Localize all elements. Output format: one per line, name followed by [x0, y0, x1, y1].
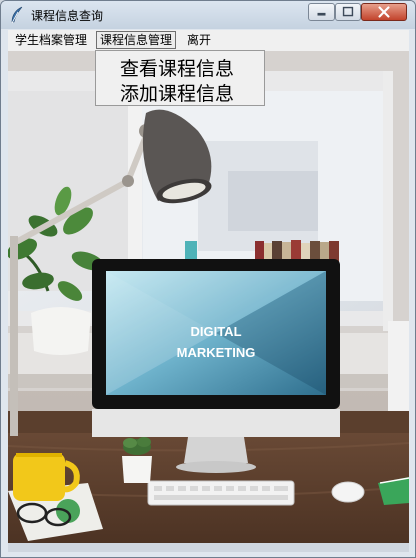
minimize-button[interactable] [308, 3, 335, 21]
menu-course-info[interactable]: 课程信息管理 [96, 31, 177, 49]
course-info-dropdown-menu: 查看课程信息 添加课程信息 [95, 50, 265, 106]
screen-text-line1: DIGITAL [190, 324, 241, 339]
close-icon [378, 6, 390, 18]
maximize-button[interactable] [335, 3, 361, 21]
screen-text-line2: MARKETING [177, 345, 256, 360]
window-title: 课程信息查询 [31, 9, 104, 23]
menu-exit[interactable]: 离开 [184, 31, 214, 49]
title-bar[interactable]: 课程信息查询 [1, 1, 415, 29]
background-photo: DIGITAL MARKETING [8, 51, 409, 552]
close-button[interactable] [361, 3, 407, 21]
feather-icon [11, 6, 23, 24]
maximize-icon [342, 6, 354, 17]
menu-item-add-course-info[interactable]: 添加课程信息 [120, 79, 234, 106]
desk-scene-illustration: DIGITAL MARKETING [8, 51, 409, 552]
app-window: 课程信息查询 学生档案管理 课程信息管理 离开 DIGITAL MARKETIN… [0, 0, 416, 558]
minimize-icon [317, 12, 326, 16]
menu-item-view-course-info[interactable]: 查看课程信息 [120, 54, 234, 81]
menu-bar: 学生档案管理 课程信息管理 离开 [8, 30, 409, 52]
menu-student-records[interactable]: 学生档案管理 [12, 31, 90, 49]
